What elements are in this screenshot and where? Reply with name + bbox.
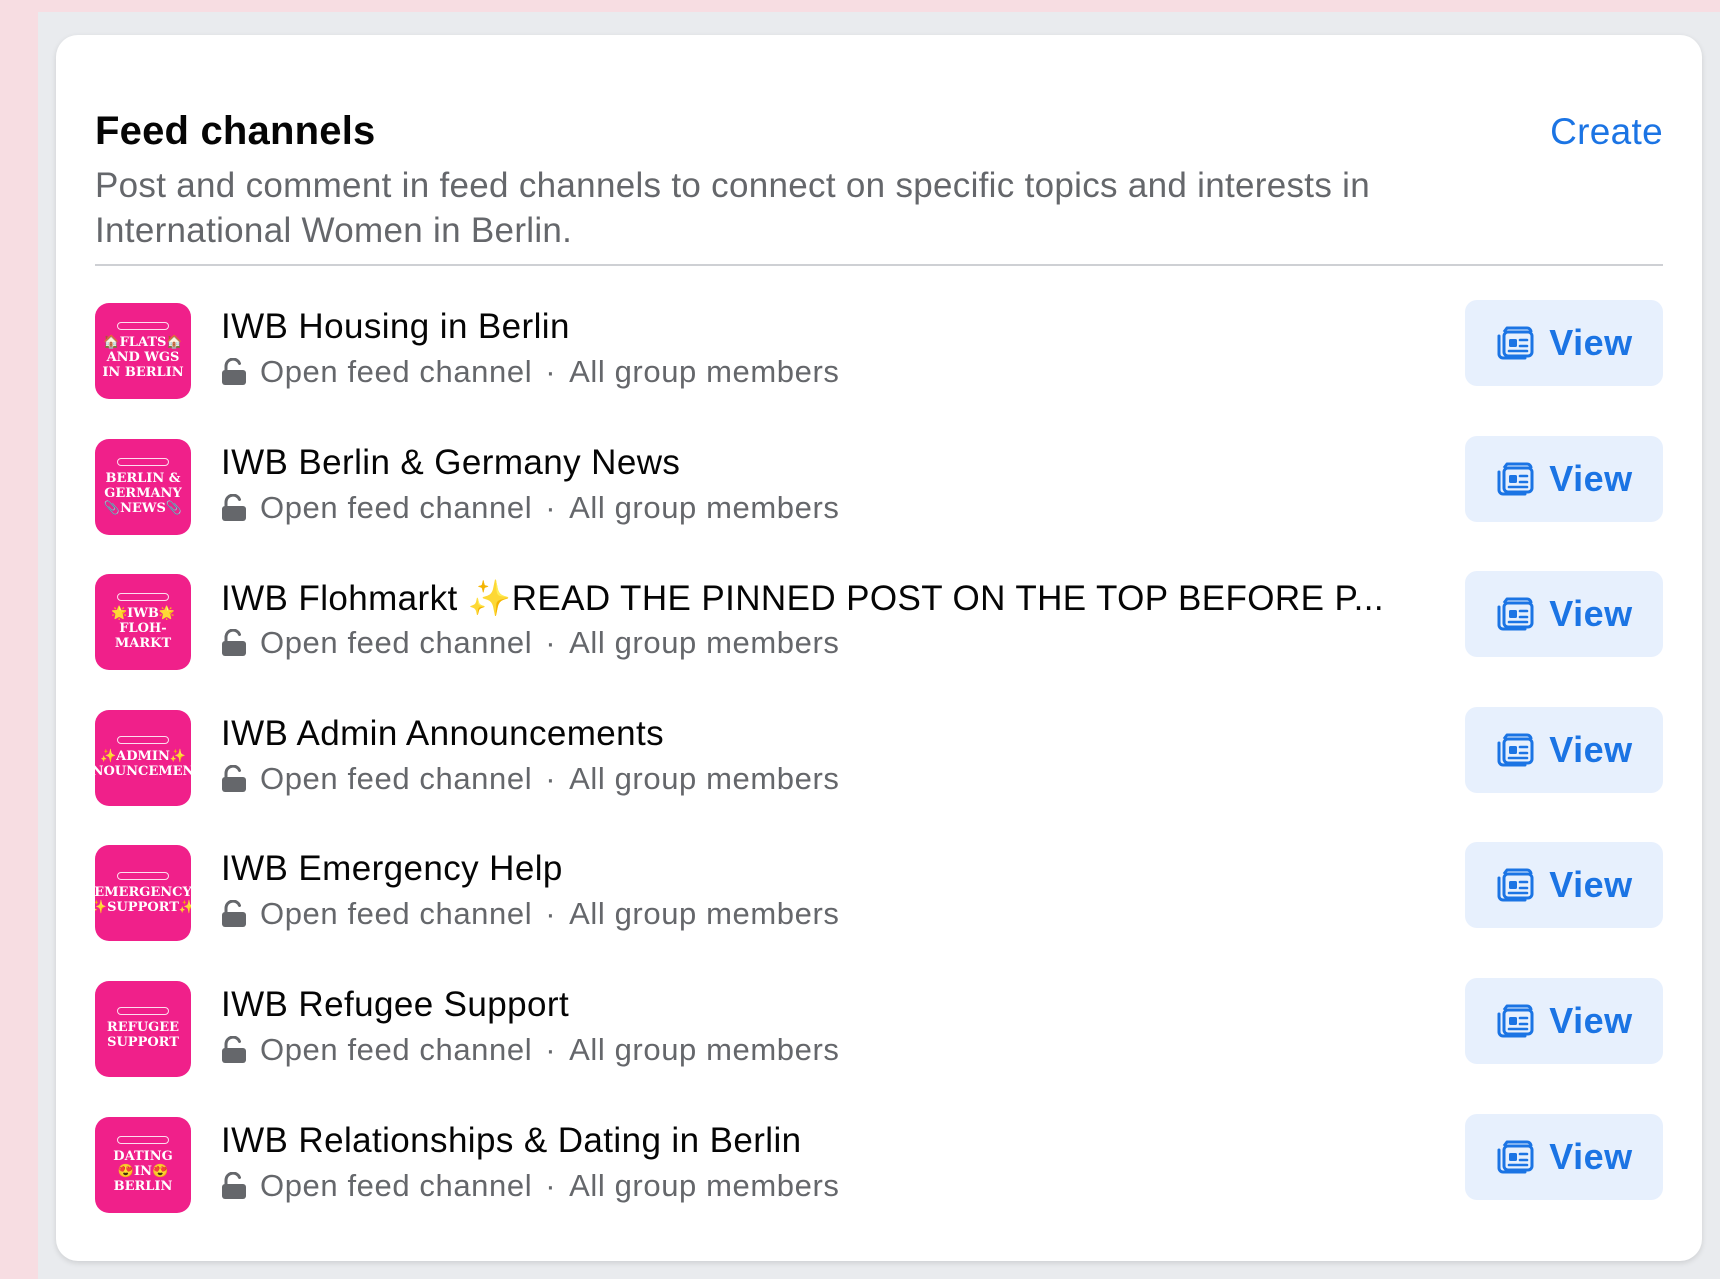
privacy-label: Open feed channel <box>260 625 533 661</box>
meta-separator: · <box>545 489 557 525</box>
thumbnail-text: REFUGEE SUPPORT <box>106 1020 180 1051</box>
channel-name[interactable]: IWB Refugee Support <box>221 985 569 1025</box>
unlocked-lock-icon <box>222 493 246 521</box>
thumbnail-decoration <box>117 871 169 880</box>
privacy-label: Open feed channel <box>260 1031 533 1067</box>
feed-channel-icon <box>1497 326 1534 360</box>
audience-label: All group members <box>569 1031 840 1067</box>
thumbnail-decoration <box>117 736 169 745</box>
channel-meta: Open feed channel · All group members <box>221 490 839 526</box>
channel-name[interactable]: IWB Relationships & Dating in Berlin <box>221 1121 801 1161</box>
unlocked-lock-icon <box>222 1171 246 1199</box>
feed-channel-icon <box>1497 1140 1534 1174</box>
channel-row[interactable]: REFUGEE SUPPORT IWB Refugee Support Open… <box>95 971 1663 1107</box>
unlocked-lock-icon <box>222 764 246 792</box>
channel-meta: Open feed channel · All group members <box>221 761 839 797</box>
section-title: Feed channels <box>95 109 376 153</box>
feed-channels-card: Feed channels Create Post and comment in… <box>56 35 1702 1261</box>
section-description: Post and comment in feed channels to con… <box>95 166 1370 250</box>
feed-channel-icon <box>1497 733 1534 767</box>
channel-name[interactable]: IWB Berlin & Germany News <box>221 443 680 483</box>
channel-row[interactable]: ✨ADMIN✨ NOUNCEMEN IWB Admin Announcement… <box>95 700 1663 836</box>
privacy-label: Open feed channel <box>260 354 533 389</box>
view-button[interactable]: View <box>1465 1113 1663 1200</box>
view-button-label: View <box>1549 864 1633 906</box>
channel-thumbnail[interactable]: REFUGEE SUPPORT <box>95 980 191 1077</box>
channel-thumbnail[interactable]: DATING 😍IN😍 BERLIN <box>95 1116 191 1213</box>
channel-name[interactable]: IWB Emergency Help <box>221 849 563 889</box>
thumbnail-decoration <box>117 1007 169 1016</box>
meta-separator: · <box>545 625 557 661</box>
thumbnail-text: ✨ADMIN✨ NOUNCEMEN <box>95 749 191 780</box>
thumbnail-decoration <box>117 457 169 466</box>
unlocked-lock-icon <box>222 358 246 385</box>
view-button-label: View <box>1549 593 1633 635</box>
meta-separator: · <box>545 896 557 932</box>
feed-channel-icon <box>1497 868 1534 902</box>
privacy-label: Open feed channel <box>260 760 533 796</box>
channel-meta: Open feed channel · All group members <box>221 1168 839 1204</box>
channel-row[interactable]: EMERGENCY ✨SUPPORT✨ IWB Emergency Help O… <box>95 835 1663 971</box>
thumbnail-decoration <box>117 593 169 602</box>
card-header: Feed channels Create Post and comment in… <box>95 73 1663 253</box>
feed-channel-icon <box>1497 1004 1534 1038</box>
channel-row[interactable]: DATING 😍IN😍 BERLIN IWB Relationships & D… <box>95 1107 1663 1243</box>
thumbnail-text: 🏠FLATS🏠 AND WGS IN BERLIN <box>102 335 184 380</box>
thumbnail-decoration <box>117 322 169 330</box>
channel-name[interactable]: IWB Housing in Berlin <box>221 307 570 347</box>
thumbnail-text: 🌟IWB🌟 FLOH- MARKT <box>110 606 176 652</box>
view-button-label: View <box>1549 322 1633 363</box>
unlocked-lock-icon <box>222 900 246 928</box>
view-button[interactable]: View <box>1465 300 1663 386</box>
channel-meta: Open feed channel · All group members <box>221 625 839 661</box>
feed-channel-icon <box>1497 597 1534 631</box>
view-button-label: View <box>1549 1135 1633 1177</box>
thumbnail-text: BERLIN & GERMANY 📎NEWS📎 <box>103 470 183 516</box>
thumbnail-text: DATING 😍IN😍 BERLIN <box>113 1148 173 1194</box>
meta-separator: · <box>545 1167 557 1203</box>
channel-list: 🏠FLATS🏠 AND WGS IN BERLIN IWB Housing in… <box>95 293 1663 1242</box>
create-link[interactable]: Create <box>1550 111 1663 153</box>
audience-label: All group members <box>569 625 840 661</box>
channel-meta: Open feed channel · All group members <box>221 1032 839 1068</box>
view-button[interactable]: View <box>1465 977 1663 1064</box>
privacy-label: Open feed channel <box>260 1167 533 1203</box>
audience-label: All group members <box>569 1167 840 1203</box>
audience-label: All group members <box>569 489 840 525</box>
divider <box>95 264 1663 266</box>
channel-row[interactable]: 🏠FLATS🏠 AND WGS IN BERLIN IWB Housing in… <box>95 293 1663 429</box>
thumbnail-text: EMERGENCY ✨SUPPORT✨ <box>95 884 191 915</box>
meta-separator: · <box>545 1031 557 1067</box>
meta-separator: · <box>545 760 557 796</box>
channel-meta: Open feed channel · All group members <box>221 896 839 932</box>
view-button-label: View <box>1549 999 1633 1041</box>
audience-label: All group members <box>569 896 840 932</box>
view-button-label: View <box>1549 457 1633 499</box>
unlocked-lock-icon <box>222 1035 246 1063</box>
feed-channel-icon <box>1497 462 1534 496</box>
channel-thumbnail[interactable]: 🌟IWB🌟 FLOH- MARKT <box>95 574 191 671</box>
unlocked-lock-icon <box>222 629 246 657</box>
view-button-label: View <box>1549 728 1633 770</box>
channel-meta: Open feed channel · All group members <box>221 354 839 390</box>
channel-thumbnail[interactable]: EMERGENCY ✨SUPPORT✨ <box>95 845 191 942</box>
channel-name[interactable]: IWB Flohmarkt ✨READ THE PINNED POST ON T… <box>221 578 1384 619</box>
view-button[interactable]: View <box>1465 571 1663 658</box>
thumbnail-decoration <box>117 1135 169 1144</box>
channel-row[interactable]: 🌟IWB🌟 FLOH- MARKT IWB Flohmarkt ✨READ TH… <box>95 564 1663 700</box>
view-button[interactable]: View <box>1465 842 1663 929</box>
channel-row[interactable]: BERLIN & GERMANY 📎NEWS📎 IWB Berlin & Ger… <box>95 429 1663 565</box>
channel-thumbnail[interactable]: BERLIN & GERMANY 📎NEWS📎 <box>95 438 191 535</box>
view-button[interactable]: View <box>1465 706 1663 793</box>
channel-thumbnail[interactable]: ✨ADMIN✨ NOUNCEMEN <box>95 709 191 806</box>
audience-label: All group members <box>569 760 840 796</box>
view-button[interactable]: View <box>1465 435 1663 522</box>
channel-name[interactable]: IWB Admin Announcements <box>221 714 664 754</box>
meta-separator: · <box>545 354 557 389</box>
privacy-label: Open feed channel <box>260 489 533 525</box>
channel-thumbnail[interactable]: 🏠FLATS🏠 AND WGS IN BERLIN <box>95 303 191 399</box>
audience-label: All group members <box>569 354 840 389</box>
privacy-label: Open feed channel <box>260 896 533 932</box>
